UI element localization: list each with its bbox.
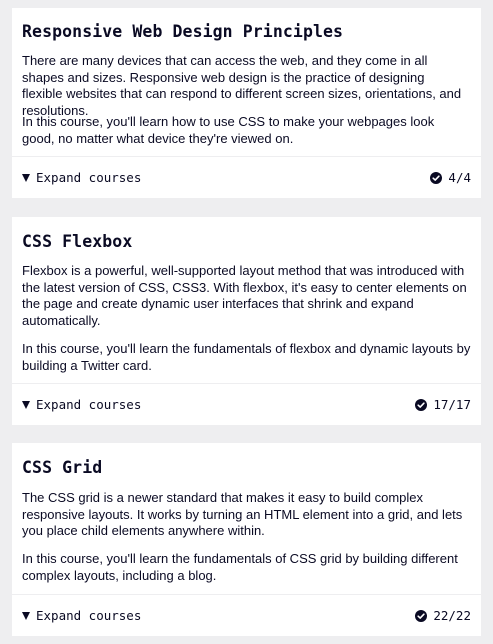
card-description: There are many devices that can access t… (22, 53, 462, 118)
card-description: The CSS grid is a newer standard that ma… (22, 490, 463, 538)
card-footer: Expand courses 17/17 (12, 383, 481, 425)
completion-progress: 4/4 (430, 170, 471, 185)
completion-progress: 22/22 (415, 608, 471, 623)
card-course-summary: In this course, you'll learn how to use … (22, 114, 435, 146)
expand-courses-button[interactable]: Expand courses (22, 397, 141, 412)
expand-courses-button[interactable]: Expand courses (22, 608, 141, 623)
course-list: Responsive Web Design Principles There a… (0, 0, 493, 644)
progress-count: 22/22 (433, 608, 471, 623)
card-title: Responsive Web Design Principles (22, 22, 344, 41)
caret-down-icon (22, 401, 30, 409)
progress-count: 4/4 (448, 170, 471, 185)
course-card-responsive-web-design-principles: Responsive Web Design Principles There a… (12, 8, 481, 198)
caret-down-icon (22, 174, 30, 182)
expand-courses-label: Expand courses (36, 397, 142, 412)
check-circle-icon (415, 398, 428, 411)
expand-courses-button[interactable]: Expand courses (22, 170, 141, 185)
card-footer: Expand courses 22/22 (12, 594, 481, 636)
card-footer: Expand courses 4/4 (12, 156, 481, 198)
card-title: CSS Flexbox (22, 232, 133, 251)
progress-count: 17/17 (433, 397, 471, 412)
card-title: CSS Grid (22, 458, 103, 477)
expand-courses-label: Expand courses (36, 170, 142, 185)
course-card-css-grid: CSS Grid The CSS grid is a newer standar… (12, 443, 481, 636)
expand-courses-label: Expand courses (36, 608, 142, 623)
check-circle-icon (430, 171, 443, 184)
caret-down-icon (22, 612, 30, 620)
completion-progress: 17/17 (415, 397, 471, 412)
card-course-summary: In this course, you'll learn the fundame… (22, 341, 471, 373)
check-circle-icon (415, 609, 428, 622)
card-description: Flexbox is a powerful, well-supported la… (22, 263, 467, 328)
card-course-summary: In this course, you'll learn the fundame… (22, 551, 458, 583)
course-card-css-flexbox: CSS Flexbox Flexbox is a powerful, well-… (12, 217, 481, 425)
